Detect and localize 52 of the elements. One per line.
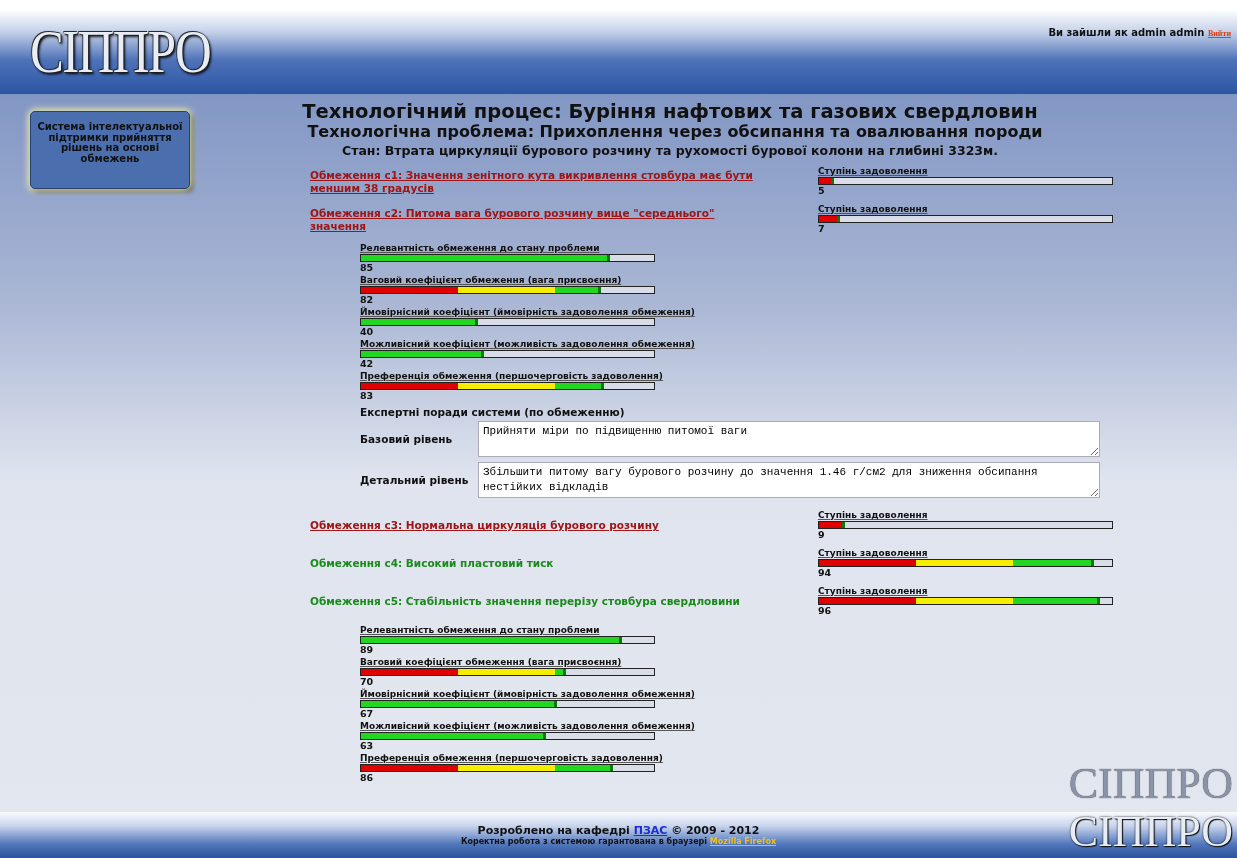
meter-value: 42 xyxy=(360,358,374,371)
meter-value: 83 xyxy=(360,390,374,403)
meter-label: Ступінь задоволення xyxy=(818,548,928,560)
logo: СІППРО xyxy=(30,20,211,82)
meter-label: Можливісний коефіцієнт (можливість задоволення обмеження) xyxy=(360,339,695,351)
constraint-link[interactable]: Обмеження с3: Нормальна циркуляція бурового розчину xyxy=(310,519,659,532)
logout-link[interactable]: Вийти xyxy=(1207,29,1231,38)
system-caption: Система інтелектуальної підтримки прийняття рішень на основі обмежень xyxy=(30,111,190,189)
constraint-title: Обмеження с4: Високий пластовий тиск xyxy=(310,557,554,570)
meter-label: Ступінь задоволення xyxy=(818,586,928,598)
advice-field[interactable]: Прийняти міри по підвищенню питомої ваги xyxy=(478,421,1100,458)
meter-label: Ступінь задоволення xyxy=(818,510,928,522)
meter-label: Можливісний коефіцієнт (можливість задоволення обмеження) xyxy=(360,721,695,733)
constraint-title: Обмеження с5: Стабільність значення перерізу стовбура свердловини xyxy=(310,595,740,608)
process-title: Технологічний процес: Буріння нафтових та газових свердловин xyxy=(301,101,1039,123)
meter-value: 86 xyxy=(360,772,374,785)
problem-title: Технологічна проблема: Прихоплення через обсипання та овалювання породи xyxy=(306,122,1044,142)
meter-value: 7 xyxy=(818,223,825,236)
corner-logo: СІППРО xyxy=(1068,762,1233,806)
meter-label: Релевантність обмеження до стану проблеми xyxy=(360,243,600,255)
meter-value: 67 xyxy=(360,708,374,721)
meter-value: 94 xyxy=(818,567,832,580)
meter-value: 89 xyxy=(360,644,374,657)
meter-value: 63 xyxy=(360,740,374,753)
state-title: Стан: Втрата циркуляції бурового розчину та рухомості бурової колони на глибині 3323м. xyxy=(341,141,999,160)
advice-field[interactable]: Збільшити питому вагу бурового розчину до значення 1.46 г/см2 для зниження обсипання нестійких відкладів xyxy=(478,462,1100,499)
meter-label: Преференція обмеження (першочерговість задоволення) xyxy=(360,371,663,383)
meter-value: 9 xyxy=(818,529,825,542)
meter-label: Ймовірнісний коефіцієнт (ймовірність задоволення обмеження) xyxy=(360,307,695,319)
meter-value: 96 xyxy=(818,605,832,618)
constraint-link[interactable]: Обмеження с2: Питома вага бурового розчину вище "середнього" значення xyxy=(310,207,760,233)
advice-label: Базовий рівень xyxy=(360,433,454,446)
department-link[interactable]: ПЗАС xyxy=(633,824,668,837)
meter-label: Ваговий коефіцієнт обмеження (вага присвоєння) xyxy=(360,657,622,669)
meter-label: Ймовірнісний коефіцієнт (ймовірність задоволення обмеження) xyxy=(360,689,695,701)
meter-value: 5 xyxy=(818,185,825,198)
corner-logo-reflection: СІППРО xyxy=(1068,810,1233,854)
advice-heading: Експертні поради системи (по обмеженню) xyxy=(360,406,626,419)
meter-value: 85 xyxy=(360,262,374,275)
meter-value: 40 xyxy=(360,326,374,339)
meter-label: Ступінь задоволення xyxy=(818,204,928,216)
meter-label: Ступінь задоволення xyxy=(818,166,928,178)
meter-value: 70 xyxy=(360,676,374,688)
meter-label: Ваговий коефіцієнт обмеження (вага присвоєння) xyxy=(360,275,622,287)
browser-note: Коректна робота з системою гарантована в браузері Mozilla Firefox xyxy=(460,837,777,846)
login-status: Ви зайшли як admin admin Вийти xyxy=(1048,27,1231,38)
meter-value: 82 xyxy=(360,294,374,306)
footer-credit: Розроблено на кафедрі ПЗАС © 2009 - 2012 xyxy=(477,824,760,837)
meter-label: Релевантність обмеження до стану проблеми xyxy=(360,625,600,637)
meter-label: Преференція обмеження (першочерговість задоволення) xyxy=(360,753,663,765)
constraint-link[interactable]: Обмеження с1: Значення зенітного кута викривлення стовбура має бути меншим 38 градусів xyxy=(310,169,760,195)
advice-label: Детальний рівень xyxy=(360,474,470,487)
